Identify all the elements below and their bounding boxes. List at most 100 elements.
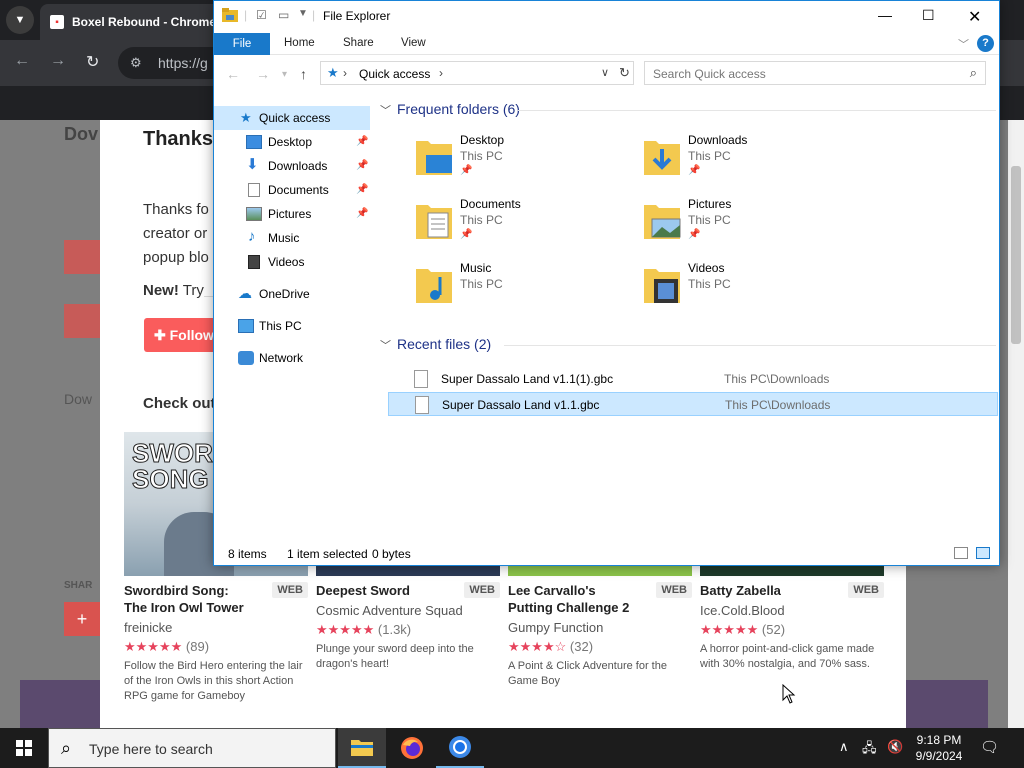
show-hidden-icons-chevron-icon[interactable]: ∧ — [839, 739, 849, 755]
taskbar-search-box[interactable]: ⌕ Type here to search — [48, 728, 336, 768]
pin-icon[interactable]: 📌 — [356, 154, 368, 178]
folder-tile-downloads[interactable]: Downloads This PC 📌 — [642, 131, 862, 187]
sidebar-item-pictures[interactable]: Pictures 📌 — [214, 202, 370, 226]
tab-home[interactable]: Home — [284, 37, 315, 49]
folder-tile-pictures[interactable]: Pictures This PC 📌 — [642, 195, 862, 251]
back-arrow-icon[interactable]: ← — [14, 52, 30, 70]
site-info-icon[interactable]: ⚙ — [130, 47, 142, 79]
desktop-folder-icon — [416, 141, 452, 175]
game-title[interactable]: Swordbird Song: The Iron Owl Tower — [124, 582, 254, 616]
folder-tile-music[interactable]: Music This PC — [414, 259, 634, 315]
recent-locations-chevron-icon[interactable]: ▾ — [282, 69, 287, 80]
folder-tile-videos[interactable]: Videos This PC — [642, 259, 862, 315]
sidebar-item-music[interactable]: ♪ Music — [214, 226, 370, 250]
file-name: Super Dassalo Land v1.1(1).gbc — [441, 372, 614, 386]
item-count: 8 items — [228, 547, 267, 561]
game-author[interactable]: freinicke — [124, 620, 308, 635]
sidebar-item-this-pc[interactable]: This PC — [214, 314, 370, 338]
taskbar-firefox[interactable] — [388, 728, 436, 768]
share-button[interactable]: + — [64, 602, 100, 636]
game-author[interactable]: Ice.Cold.Blood — [700, 603, 884, 618]
game-author[interactable]: Gumpy Function — [508, 620, 692, 635]
tab-view[interactable]: View — [401, 37, 426, 49]
sidebar-item-downloads[interactable]: ⬇ Downloads 📌 — [214, 154, 370, 178]
folder-tile-desktop[interactable]: Desktop This PC 📌 — [414, 131, 634, 187]
tab-search-button[interactable]: ▼ — [6, 6, 34, 34]
sidebar-item-network[interactable]: Network — [214, 346, 370, 370]
breadcrumb-chevron-icon[interactable]: › — [343, 66, 347, 80]
clock-time[interactable]: 9:18 PM — [906, 733, 972, 747]
explorer-titlebar[interactable]: | ☑ ▭ ▼ | File Explorer — ☐ ✕ — [214, 1, 999, 33]
folder-app-icon — [222, 8, 238, 25]
sidebar-item-videos[interactable]: Videos — [214, 250, 370, 274]
volume-muted-icon[interactable]: 🔇 — [887, 739, 903, 755]
recent-files-header[interactable]: ﹀ Recent files (2) — [380, 336, 491, 353]
customize-toolbar-icon[interactable]: ▼ — [298, 8, 308, 19]
file-explorer-window: | ☑ ▭ ▼ | File Explorer — ☐ ✕ File Home … — [213, 0, 1000, 566]
game-author[interactable]: Cosmic Adventure Squad — [316, 603, 500, 618]
browser-tab[interactable]: ▪ Boxel Rebound - Chrome — [40, 4, 240, 40]
star-icon: ★★★★★ — [700, 622, 759, 637]
game-rating: ★★★★★ (1.3k) — [316, 622, 500, 638]
minimize-icon[interactable]: — — [878, 7, 892, 23]
itch-favicon-icon: ▪ — [50, 15, 64, 29]
recent-file-row[interactable]: Super Dassalo Land v1.1(1).gbc This PC\D… — [388, 367, 998, 391]
taskbar-file-explorer[interactable] — [338, 728, 386, 768]
breadcrumb-quick-access[interactable]: Quick access — [359, 67, 430, 81]
help-icon[interactable]: ? — [977, 35, 994, 52]
address-box[interactable]: ★ › Quick access › ∨ ↻ — [320, 61, 634, 85]
sidebar-item-label: Videos — [268, 255, 305, 269]
forward-arrow-icon[interactable]: → — [50, 52, 66, 70]
pin-icon[interactable]: 📌 — [356, 130, 368, 154]
clock-date[interactable]: 9/9/2024 — [906, 749, 972, 763]
sidebar-item-onedrive[interactable]: ☁ OneDrive — [214, 282, 370, 306]
page-scrollbar-thumb[interactable] — [1011, 166, 1021, 344]
collapse-chevron-icon[interactable]: ﹀ — [380, 105, 391, 117]
recent-file-row-selected[interactable]: Super Dassalo Land v1.1.gbc This PC\Down… — [388, 392, 998, 416]
close-icon[interactable]: ✕ — [968, 7, 981, 27]
up-arrow-icon[interactable]: ↑ — [300, 66, 307, 82]
start-button[interactable] — [0, 728, 48, 768]
game-title[interactable]: Lee Carvallo's Putting Challenge 2 — [508, 582, 638, 616]
new-folder-icon[interactable]: ▭ — [278, 8, 289, 22]
sidebar-item-quick-access[interactable]: ★ Quick access — [214, 106, 370, 130]
forward-arrow-icon[interactable]: → — [256, 66, 270, 82]
pin-icon[interactable]: 📌 — [356, 178, 368, 202]
search-box[interactable]: Search Quick access ⌕ — [644, 61, 986, 85]
follow-button[interactable]: ✚ Follow — [144, 318, 224, 352]
sidebar-item-documents[interactable]: Documents 📌 — [214, 178, 370, 202]
maximize-icon[interactable]: ☐ — [922, 7, 935, 24]
reload-icon[interactable]: ↻ — [86, 52, 99, 72]
folder-tile-documents[interactable]: Documents This PC 📌 — [414, 195, 634, 251]
folder-location: This PC — [460, 149, 503, 163]
collapse-chevron-icon[interactable]: ﹀ — [380, 340, 391, 352]
platform-badge: WEB — [464, 582, 500, 598]
back-arrow-icon[interactable]: ← — [226, 66, 240, 82]
large-icons-view-icon[interactable] — [976, 547, 990, 559]
sidebar-item-desktop[interactable]: Desktop 📌 — [214, 130, 370, 154]
properties-icon[interactable]: ☑ — [256, 8, 267, 22]
notification-center-icon[interactable]: 🗨 — [980, 738, 999, 756]
network-status-icon[interactable]: 🖧 — [862, 739, 877, 761]
expand-ribbon-chevron-icon[interactable]: ﹀ — [958, 36, 969, 52]
music-folder-icon — [416, 269, 452, 303]
tab-share[interactable]: Share — [343, 37, 374, 49]
details-view-icon[interactable] — [954, 547, 968, 559]
folder-name: Videos — [688, 261, 725, 275]
taskbar-chrome[interactable] — [436, 728, 484, 768]
tab-file[interactable]: File — [214, 33, 270, 55]
game-title[interactable]: Batty Zabella — [700, 582, 830, 599]
game-title[interactable]: Deepest Sword — [316, 582, 446, 599]
address-dropdown-icon[interactable]: ∨ — [601, 66, 609, 79]
pictures-icon — [246, 207, 262, 221]
refresh-icon[interactable]: ↻ — [619, 65, 630, 81]
divider — [504, 345, 996, 346]
download-button-behind[interactable] — [64, 240, 104, 274]
breadcrumb-chevron-icon[interactable]: › — [439, 66, 443, 80]
download-button-behind-2[interactable] — [64, 304, 104, 338]
group-header-label: Recent files (2) — [397, 336, 492, 352]
pin-icon[interactable]: 📌 — [356, 202, 368, 226]
search-icon[interactable]: ⌕ — [970, 65, 977, 81]
sidebar-item-label: OneDrive — [259, 287, 310, 301]
frequent-folders-header[interactable]: ﹀ Frequent folders (6) — [380, 101, 520, 118]
